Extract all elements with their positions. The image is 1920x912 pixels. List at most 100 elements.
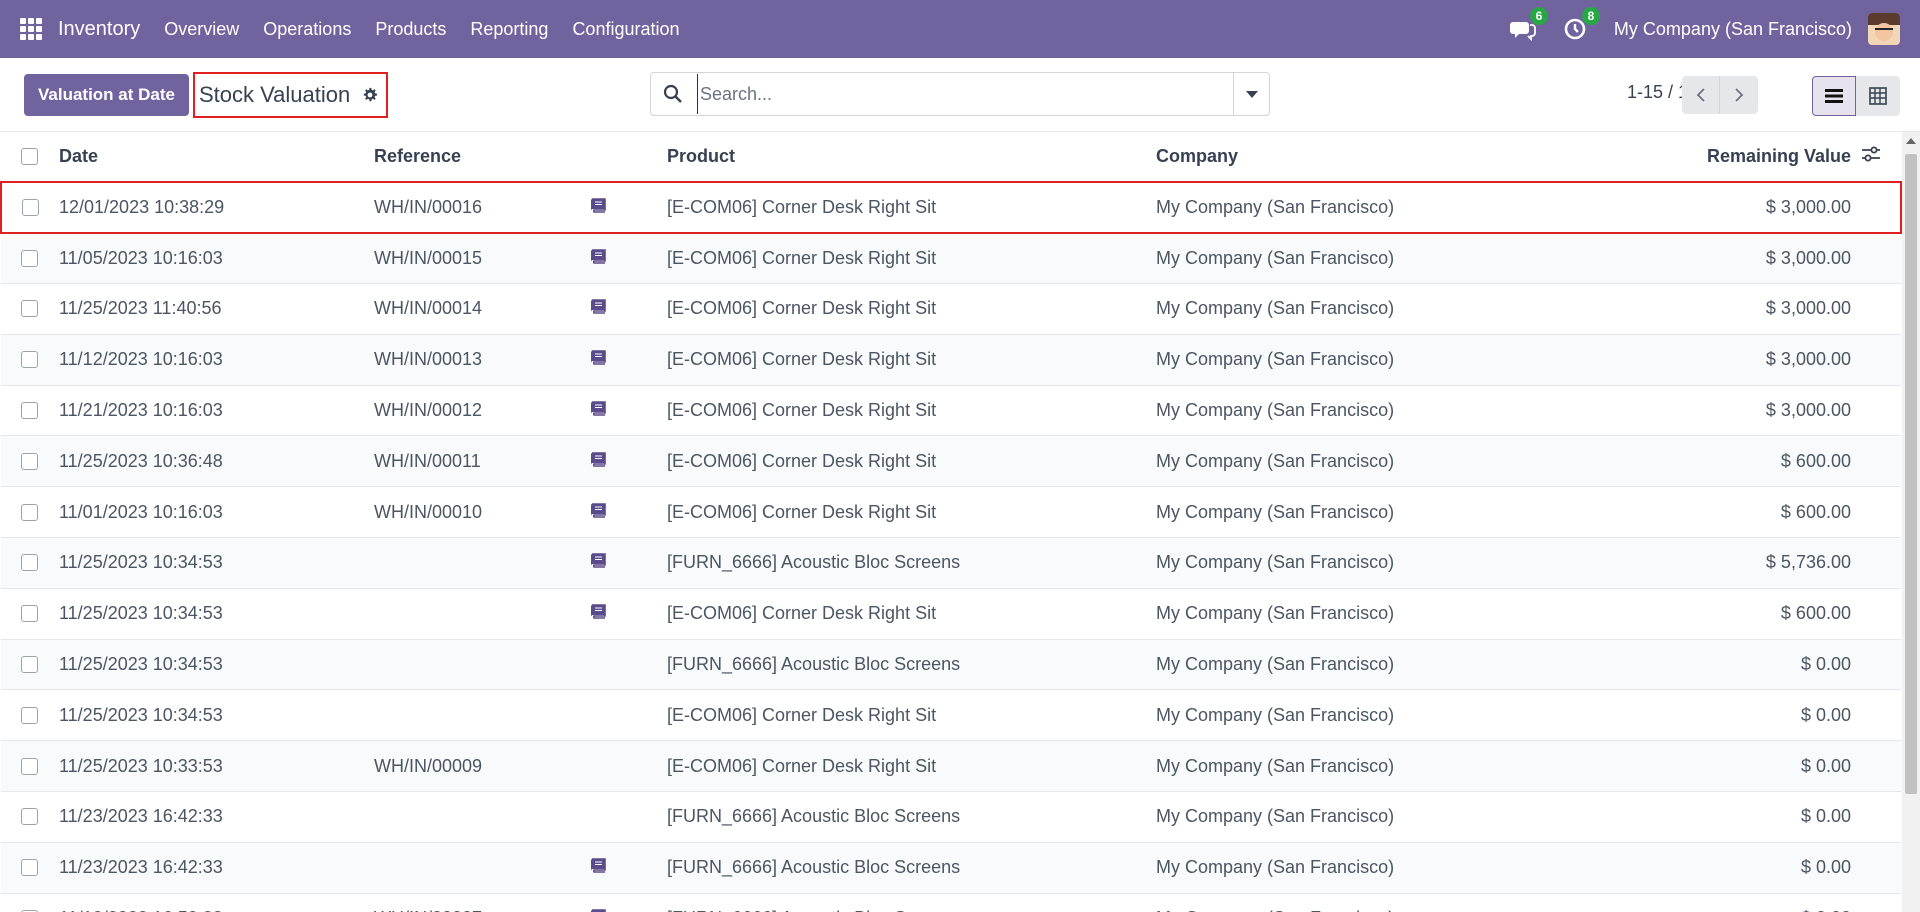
pager-previous-button[interactable] bbox=[1682, 76, 1720, 114]
menu-overview[interactable]: Overview bbox=[164, 19, 239, 40]
cell-book bbox=[589, 893, 667, 912]
valuation-at-date-button[interactable]: Valuation at Date bbox=[24, 73, 189, 116]
header-reference[interactable]: Reference bbox=[374, 132, 589, 183]
select-all-checkbox[interactable] bbox=[21, 148, 38, 165]
cell-date: 11/25/2023 11:40:56 bbox=[59, 283, 374, 335]
menu-configuration[interactable]: Configuration bbox=[572, 19, 679, 40]
book-icon[interactable] bbox=[589, 452, 607, 467]
table-row[interactable]: 11/23/2023 16:42:33 [FURN_6666] Acoustic … bbox=[1, 791, 1901, 843]
row-select-cell bbox=[1, 588, 59, 640]
table-row[interactable]: 11/25/2023 10:33:53 WH/IN/00009 [E-COM06] … bbox=[1, 740, 1901, 793]
app-brand[interactable]: Inventory bbox=[58, 18, 140, 41]
pager-next-button[interactable] bbox=[1720, 76, 1758, 114]
table-row[interactable]: 11/25/2023 10:36:48 WH/IN/00011 [E-COM06] … bbox=[1, 435, 1901, 488]
cell-company: My Company (San Francisco) bbox=[1156, 435, 1576, 488]
cell-book bbox=[589, 232, 667, 285]
table-row[interactable]: 11/12/2023 10:16:03 WH/IN/00013 [E-COM06] … bbox=[1, 334, 1901, 386]
row-checkbox[interactable] bbox=[21, 605, 38, 623]
cell-book bbox=[589, 689, 667, 742]
row-checkbox[interactable] bbox=[21, 808, 38, 826]
cell-date: 11/19/2023 16:50:33 bbox=[59, 893, 374, 912]
list-view-button[interactable] bbox=[1812, 76, 1856, 116]
search-options-toggle[interactable] bbox=[1233, 73, 1269, 115]
row-checkbox[interactable] bbox=[21, 706, 38, 724]
activity-clock-icon[interactable]: 8 bbox=[1562, 7, 1600, 42]
menu-products[interactable]: Products bbox=[375, 19, 446, 40]
cell-company: My Company (San Francisco) bbox=[1156, 791, 1576, 843]
book-icon[interactable] bbox=[589, 401, 607, 416]
scroll-up-arrow[interactable] bbox=[1902, 132, 1920, 150]
table-row[interactable]: 11/01/2023 10:16:03 WH/IN/00010 [E-COM06] … bbox=[1, 486, 1901, 539]
cell-empty bbox=[1861, 689, 1901, 742]
gear-icon[interactable] bbox=[362, 87, 378, 103]
cell-book bbox=[589, 639, 667, 691]
table-row[interactable]: 11/25/2023 10:34:53 [E-COM06] Corner Desk… bbox=[1, 689, 1901, 742]
company-switcher[interactable]: My Company (San Francisco) bbox=[1614, 19, 1852, 40]
header-date[interactable]: Date bbox=[59, 132, 374, 183]
table-row[interactable]: 11/25/2023 10:34:53 [E-COM06] Corner Desk… bbox=[1, 588, 1901, 640]
cell-empty bbox=[1861, 588, 1901, 640]
optional-columns-toggle-icon[interactable] bbox=[1861, 145, 1881, 163]
book-icon[interactable] bbox=[589, 249, 607, 264]
cell-date: 11/05/2023 10:16:03 bbox=[59, 232, 374, 285]
cell-reference: WH/IN/00007 bbox=[374, 893, 589, 912]
book-icon[interactable] bbox=[589, 858, 607, 874]
row-select-cell bbox=[1, 232, 59, 285]
cell-reference bbox=[374, 639, 589, 691]
cell-remaining-value: $ 0.00 bbox=[1576, 893, 1861, 912]
row-checkbox[interactable] bbox=[21, 402, 38, 420]
user-avatar[interactable] bbox=[1868, 13, 1900, 45]
scrollbar-thumb[interactable] bbox=[1905, 154, 1917, 794]
chat-icon[interactable]: 6 bbox=[1509, 7, 1548, 42]
cell-product: [FURN_6666] Acoustic Bloc Screens bbox=[667, 537, 1156, 589]
table-row[interactable]: 12/01/2023 10:38:29 WH/IN/00016 [E-COM06] … bbox=[0, 181, 1902, 234]
cell-remaining-value: $ 600.00 bbox=[1576, 486, 1861, 539]
table-row[interactable]: 11/25/2023 10:34:53 [FURN_6666] Acoustic … bbox=[1, 537, 1901, 589]
row-checkbox[interactable] bbox=[21, 300, 38, 318]
cell-reference bbox=[374, 791, 589, 843]
row-checkbox[interactable] bbox=[21, 249, 38, 267]
book-icon[interactable] bbox=[589, 502, 607, 518]
table-row[interactable]: 11/23/2023 16:42:33 [FURN_6666] Acoustic … bbox=[1, 842, 1901, 894]
row-checkbox[interactable] bbox=[21, 656, 38, 674]
menu-operations[interactable]: Operations bbox=[263, 19, 351, 40]
row-checkbox[interactable] bbox=[21, 757, 38, 775]
pivot-view-button[interactable] bbox=[1856, 76, 1900, 116]
book-icon[interactable] bbox=[589, 350, 607, 366]
row-checkbox[interactable] bbox=[21, 859, 38, 877]
cell-remaining-value: $ 600.00 bbox=[1576, 588, 1861, 640]
table-header-row: Date Reference Product Company Remaining… bbox=[1, 132, 1901, 183]
header-product[interactable]: Product bbox=[667, 132, 1156, 183]
book-icon[interactable] bbox=[589, 604, 607, 620]
row-checkbox[interactable] bbox=[21, 351, 38, 369]
cell-book bbox=[589, 181, 667, 234]
book-icon[interactable] bbox=[589, 553, 607, 569]
row-checkbox[interactable] bbox=[21, 452, 38, 470]
cell-empty bbox=[1861, 639, 1901, 691]
cell-book bbox=[589, 842, 667, 894]
vertical-scrollbar[interactable] bbox=[1902, 132, 1920, 912]
cell-product: [FURN_6666] Acoustic Bloc Screens bbox=[667, 639, 1156, 691]
apps-grid-icon[interactable] bbox=[20, 18, 42, 40]
table-row[interactable]: 11/25/2023 10:34:53 [FURN_6666] Acoustic … bbox=[1, 639, 1901, 691]
row-checkbox[interactable] bbox=[21, 503, 38, 521]
table-row[interactable]: 11/05/2023 10:16:03 WH/IN/00015 [E-COM06] … bbox=[1, 232, 1901, 285]
cell-reference bbox=[374, 588, 589, 640]
header-company[interactable]: Company bbox=[1156, 132, 1576, 183]
cell-empty bbox=[1861, 283, 1901, 335]
table-row[interactable]: 11/25/2023 11:40:56 WH/IN/00014 [E-COM06] … bbox=[1, 283, 1901, 335]
book-icon[interactable] bbox=[589, 299, 607, 315]
menu-reporting[interactable]: Reporting bbox=[470, 19, 548, 40]
header-remaining-value[interactable]: Remaining Value bbox=[1576, 132, 1861, 183]
cell-product: [E-COM06] Corner Desk Right Sit bbox=[667, 334, 1156, 386]
table-row[interactable]: 11/19/2023 16:50:33WH/IN/00007 [FURN_6666… bbox=[1, 893, 1901, 912]
cell-date: 12/01/2023 10:38:29 bbox=[59, 181, 374, 234]
book-icon[interactable] bbox=[589, 198, 607, 213]
cell-product: [E-COM06] Corner Desk Right Sit bbox=[667, 385, 1156, 437]
table-row[interactable]: 11/21/2023 10:16:03 WH/IN/00012 [E-COM06] … bbox=[1, 385, 1901, 437]
cell-date: 11/25/2023 10:34:53 bbox=[59, 689, 374, 742]
row-select-cell bbox=[0, 181, 59, 234]
search-input[interactable] bbox=[697, 74, 1233, 114]
row-checkbox[interactable] bbox=[21, 554, 38, 572]
row-checkbox[interactable] bbox=[22, 198, 39, 216]
